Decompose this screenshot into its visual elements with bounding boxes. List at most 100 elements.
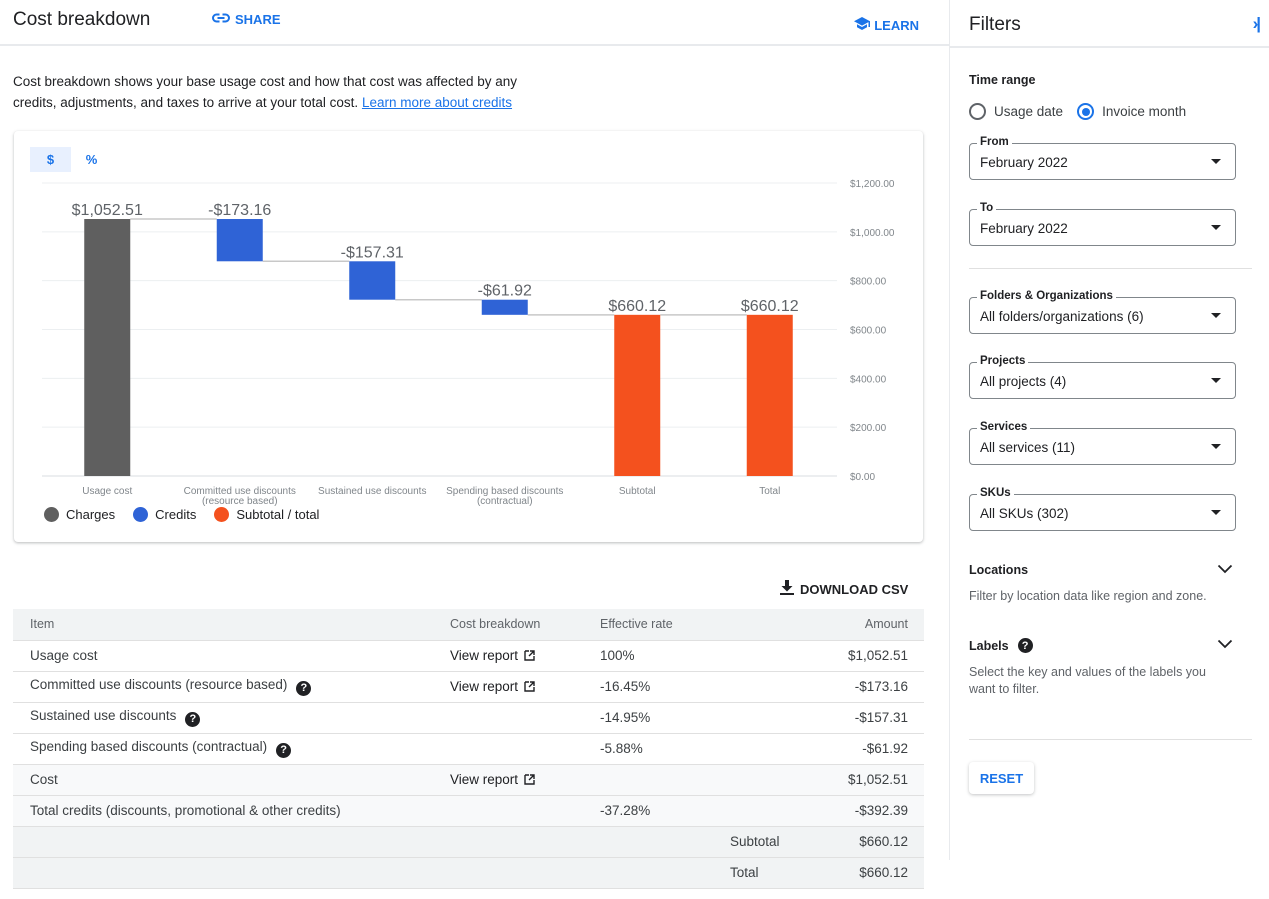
radio-invoice-month[interactable] [1077,103,1095,120]
school-icon [854,17,871,33]
open-in-new-icon [524,681,535,692]
bar-value-label: -$173.16 [208,202,271,219]
cell-amount: -$392.39 [779,795,924,827]
bar-value-label: -$157.31 [341,244,404,261]
table-row: Usage cost View report 100% $1,052.51 [13,640,924,672]
legend-dot-charges [44,507,59,522]
bar-credits [216,219,263,262]
col-header-cost-breakdown: Cost breakdown [450,609,600,641]
cell-cost-breakdown: View report [450,671,600,703]
cell-amount: -$173.16 [779,671,924,703]
cell-amount: -$61.92 [779,733,924,765]
col-header-amount: Amount [779,609,924,641]
labels-title: Labels [969,638,1009,653]
from-select[interactable]: From February 2022 [969,136,1236,180]
open-in-new-icon [524,774,535,785]
legend-item-charges[interactable]: Charges [44,507,115,522]
view-report-link[interactable]: View report [450,648,535,663]
cell-cost-breakdown: View report [450,764,600,796]
to-label: To [977,202,997,214]
cell-effective-rate [600,764,780,796]
services-value: All services (11) [980,440,1076,455]
table-header-row: Item Cost breakdown Effective rate Amoun… [13,609,924,641]
skus-select[interactable]: SKUs All SKUs (302) [969,487,1236,531]
x-tick-label: Total [759,486,780,497]
cell-item: Sustained use discounts? [13,702,450,734]
projects-select[interactable]: Projects All projects (4) [969,355,1236,399]
projects-label: Projects [977,355,1029,367]
toggle-percent[interactable]: % [71,147,112,172]
cell-cost-breakdown [450,702,600,734]
radio-usage-date[interactable] [969,103,986,120]
help-icon[interactable]: ? [296,680,312,696]
reset-button[interactable]: RESET [969,762,1034,794]
item-label: Cost [30,772,58,787]
chevron-down-icon[interactable] [1217,561,1233,579]
chevron-down-icon[interactable] [1217,636,1233,654]
waterfall-chart: $0.00 $200.00 $400.00 $600.00 $800.00 $1,000.… [42,179,895,507]
folders-label: Folders & Organizations [977,290,1116,302]
empty-cell [13,826,450,858]
cell-amount: -$157.31 [779,702,924,734]
download-csv-button[interactable]: DOWNLOAD CSV [780,580,908,598]
legend-item-subtotal[interactable]: Subtotal / total [214,507,319,522]
bar-value-label: -$61.92 [478,283,532,300]
collapse-panel-icon[interactable]: ›| [1253,14,1262,34]
table-row: Spending based discounts (contractual)? -… [13,733,924,765]
dropdown-arrow-icon [1211,225,1221,230]
view-report-link[interactable]: View report [450,679,535,694]
radio-usage-date-label[interactable]: Usage date [994,104,1063,119]
folders-select[interactable]: Folders & Organizations All folders/orga… [969,290,1236,334]
view-report-label: View report [450,648,519,663]
dropdown-arrow-icon [1211,378,1221,383]
toggle-dollar[interactable]: $ [30,147,71,172]
filters-panel: Filters ›| Time range Usage date Invoice… [950,0,1269,899]
table-row: Committed use discounts (resource based)… [13,671,924,703]
from-label: From [977,136,1012,148]
legend-label: Subtotal / total [236,507,320,522]
bar-value-label: $660.12 [741,298,799,315]
view-report-link[interactable]: View report [450,772,535,787]
bar-subtotal [614,314,661,476]
services-select[interactable]: Services All services (11) [969,421,1236,465]
help-icon[interactable]: ? [185,711,201,727]
cell-effective-rate: -14.95% [600,702,780,734]
share-label: SHARE [235,12,281,27]
y-tick-label: $1,000.00 [850,228,895,239]
table-row: Total credits (discounts, promotional & … [13,795,924,827]
empty-cell [450,826,600,858]
filters-title: Filters [969,14,1021,35]
cell-cost-breakdown [450,795,600,827]
learn-more-credits-link[interactable]: Learn more about credits [362,95,512,110]
skus-label: SKUs [977,487,1014,499]
legend-item-credits[interactable]: Credits [133,507,196,522]
table-row: Sustained use discounts? -14.95% -$157.31 [13,702,924,734]
help-icon[interactable]: ? [1017,638,1033,653]
cell-item: Spending based discounts (contractual)? [13,733,450,765]
cell-cost-breakdown [450,733,600,765]
locations-expander[interactable]: Locations Filter by location data like r… [969,563,1233,605]
radio-invoice-month-label[interactable]: Invoice month [1102,104,1186,119]
cell-effective-rate: -37.28% [600,795,780,827]
share-button[interactable]: SHARE [212,12,281,27]
dropdown-arrow-icon [1211,510,1221,515]
summary-label: Subtotal [600,826,780,858]
x-tick-label: (contractual) [477,496,533,507]
cell-effective-rate: -16.45% [600,671,780,703]
locations-description: Filter by location data like region and … [969,589,1207,603]
labels-expander[interactable]: Labels ? Select the key and values of th… [969,638,1233,698]
help-icon[interactable]: ? [276,742,292,758]
cell-item: Committed use discounts (resource based)… [13,671,450,703]
item-label: Total credits (discounts, promotional & … [30,803,341,818]
bar-subtotal [746,314,793,476]
to-select[interactable]: To February 2022 [969,202,1236,246]
y-tick-label: $200.00 [850,423,887,434]
x-tick-label: (resource based) [202,496,278,507]
time-range-radio-group: Usage date Invoice month [969,103,1186,120]
learn-button[interactable]: LEARN [854,17,919,33]
y-tick-label: $400.00 [850,374,887,385]
skus-value: All SKUs (302) [980,506,1069,521]
cell-effective-rate: -5.88% [600,733,780,765]
x-tick-label: Subtotal [619,486,656,497]
x-tick-label: Sustained use discounts [318,486,426,497]
